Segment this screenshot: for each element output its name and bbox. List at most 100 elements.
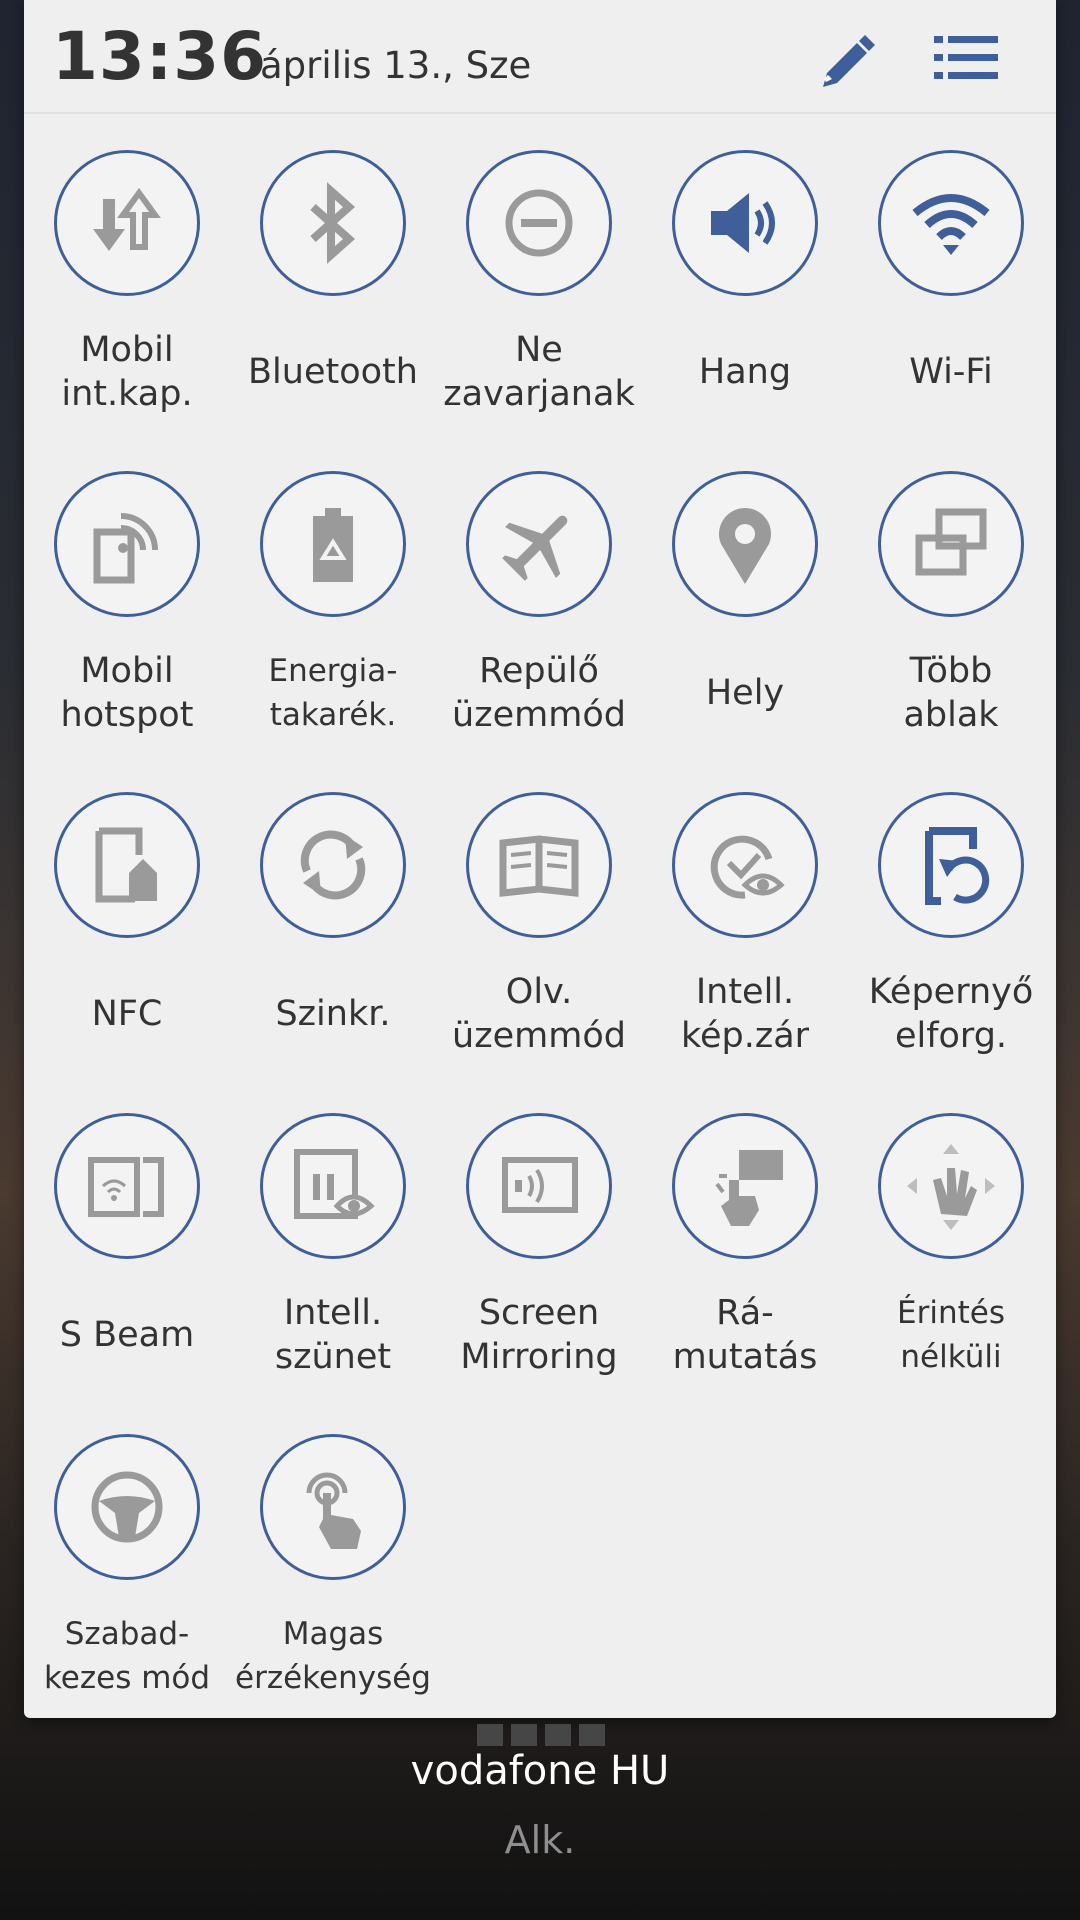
- handle-grip[interactable]: [477, 1724, 605, 1746]
- screen-mirroring-icon: [502, 1157, 578, 1213]
- toggle-label: Olv. üzemmód: [452, 972, 626, 1056]
- toggle-screen-mirroring[interactable]: Screen Mirroring: [436, 1113, 642, 1434]
- toggle-button[interactable]: [54, 150, 200, 296]
- multi-window-icon: [915, 508, 987, 576]
- toggle-button[interactable]: [466, 792, 612, 938]
- toggle-button[interactable]: [878, 1113, 1024, 1259]
- touch-sensitivity-icon: [306, 1472, 361, 1549]
- pencil-icon: [823, 35, 875, 87]
- toggle-screen-rotation[interactable]: Képernyő elforg.: [848, 792, 1054, 1113]
- toggle-label: NFC: [91, 994, 163, 1034]
- toggle-location[interactable]: Hely: [642, 471, 848, 792]
- driving-mode-icon: [91, 1471, 163, 1543]
- toggle-label: S Beam: [59, 1315, 195, 1355]
- toggle-do-not-disturb[interactable]: Ne zavarjanak: [436, 150, 642, 471]
- toggle-label: Repülő üzemmód: [452, 651, 626, 735]
- toggle-label: Screen Mirroring: [460, 1293, 618, 1377]
- toggle-label: Több ablak: [903, 651, 999, 735]
- toggle-button[interactable]: [260, 471, 406, 617]
- list-button[interactable]: [930, 22, 1002, 94]
- toggle-nfc[interactable]: NFC: [24, 792, 230, 1113]
- toggle-hotspot[interactable]: Mobil hotspot: [24, 471, 230, 792]
- toggle-s-beam[interactable]: S Beam: [24, 1113, 230, 1434]
- toggle-label: Hang: [698, 352, 792, 392]
- screen-rotation-icon: [925, 827, 990, 905]
- toggle-button[interactable]: [54, 471, 200, 617]
- toggle-button[interactable]: [672, 792, 818, 938]
- smart-stay-icon: [710, 835, 785, 899]
- toggle-multi-window[interactable]: Több ablak: [848, 471, 1054, 792]
- sync-icon: [300, 830, 366, 900]
- sound-icon: [711, 193, 775, 253]
- toggle-air-gesture[interactable]: Érintés nélküli: [848, 1113, 1054, 1434]
- hotspot-icon: [93, 513, 158, 584]
- toggle-sound[interactable]: Hang: [642, 150, 848, 471]
- toggle-label: Hely: [705, 673, 785, 713]
- toggle-label: Szinkr.: [275, 994, 391, 1034]
- toggle-button[interactable]: [54, 1434, 200, 1580]
- toggle-button[interactable]: [878, 471, 1024, 617]
- toggle-air-view[interactable]: Rá- mutatás: [642, 1113, 848, 1434]
- toggle-button[interactable]: [878, 792, 1024, 938]
- toggle-label: Wi-Fi: [909, 352, 993, 392]
- toggle-power-saving[interactable]: Energia- takarék.: [230, 471, 436, 792]
- toggle-button[interactable]: [672, 471, 818, 617]
- location-icon: [719, 508, 771, 584]
- toggle-sync[interactable]: Szinkr.: [230, 792, 436, 1113]
- airplane-icon: [502, 515, 568, 581]
- smart-pause-icon: [294, 1149, 375, 1219]
- alk-button[interactable]: Alk.: [0, 1818, 1080, 1862]
- toggle-smart-pause[interactable]: Intell. szünet: [230, 1113, 436, 1434]
- s-beam-icon: [88, 1157, 164, 1217]
- toggle-wifi[interactable]: Wi-Fi: [848, 150, 1054, 471]
- power-saving-icon: [313, 508, 353, 582]
- toggle-bluetooth[interactable]: Bluetooth: [230, 150, 436, 471]
- list-icon: [934, 36, 998, 79]
- edit-button[interactable]: [806, 22, 878, 94]
- bluetooth-icon: [310, 182, 356, 264]
- toggle-touch-sensitivity[interactable]: Magas érzékenység: [230, 1434, 436, 1755]
- toggle-label: Intell. kép.zár: [680, 972, 810, 1056]
- do-not-disturb-icon: [505, 189, 573, 257]
- toggle-button[interactable]: [260, 1434, 406, 1580]
- nfc-icon: [95, 827, 157, 903]
- wifi-icon: [912, 194, 990, 255]
- toggle-label: Érintés nélküli: [897, 1295, 1005, 1375]
- carrier-label: vodafone HU: [410, 1748, 670, 1794]
- toggle-driving-mode[interactable]: Szabad- kezes mód: [24, 1434, 230, 1755]
- toggle-label: Mobil int.kap.: [61, 330, 193, 414]
- toggle-button[interactable]: [466, 471, 612, 617]
- toggle-reading-mode[interactable]: Olv. üzemmód: [436, 792, 642, 1113]
- toggle-label: Mobil hotspot: [60, 651, 194, 735]
- toggle-button[interactable]: [672, 150, 818, 296]
- clock: 13:36: [52, 18, 268, 95]
- toggle-label: Intell. szünet: [274, 1293, 392, 1377]
- toggle-smart-stay[interactable]: Intell. kép.zár: [642, 792, 848, 1113]
- toggle-label: Magas érzékenység: [235, 1616, 431, 1696]
- toggle-button[interactable]: [54, 792, 200, 938]
- date-label: április 13., Sze: [260, 44, 532, 87]
- toggle-grid: Mobil int.kap. Bluetooth Ne zavarjanak Hang…: [24, 150, 1056, 1755]
- air-view-icon: [715, 1150, 783, 1226]
- toggle-label: Ne zavarjanak: [443, 330, 635, 414]
- toggle-button[interactable]: [466, 1113, 612, 1259]
- quick-settings-panel: 13:36 április 13., Sze Mobil int.kap. Blu…: [24, 0, 1056, 1718]
- toggle-button[interactable]: [672, 1113, 818, 1259]
- toggle-button[interactable]: [260, 792, 406, 938]
- toggle-label: Rá- mutatás: [672, 1293, 818, 1377]
- toggle-label: Energia- takarék.: [268, 653, 398, 733]
- toggle-mobile-data[interactable]: Mobil int.kap.: [24, 150, 230, 471]
- toggle-button[interactable]: [260, 1113, 406, 1259]
- toggle-button[interactable]: [878, 150, 1024, 296]
- reading-mode-icon: [499, 835, 579, 897]
- air-gesture-icon: [907, 1144, 995, 1230]
- toggle-button[interactable]: [260, 150, 406, 296]
- toggle-airplane[interactable]: Repülő üzemmód: [436, 471, 642, 792]
- toggle-label: Szabad- kezes mód: [43, 1616, 211, 1696]
- toggle-button[interactable]: [54, 1113, 200, 1259]
- toggle-label: Bluetooth: [248, 352, 418, 392]
- mobile-data-icon: [93, 187, 161, 251]
- panel-header: 13:36 április 13., Sze: [24, 0, 1056, 114]
- toggle-label: Képernyő elforg.: [868, 972, 1034, 1056]
- toggle-button[interactable]: [466, 150, 612, 296]
